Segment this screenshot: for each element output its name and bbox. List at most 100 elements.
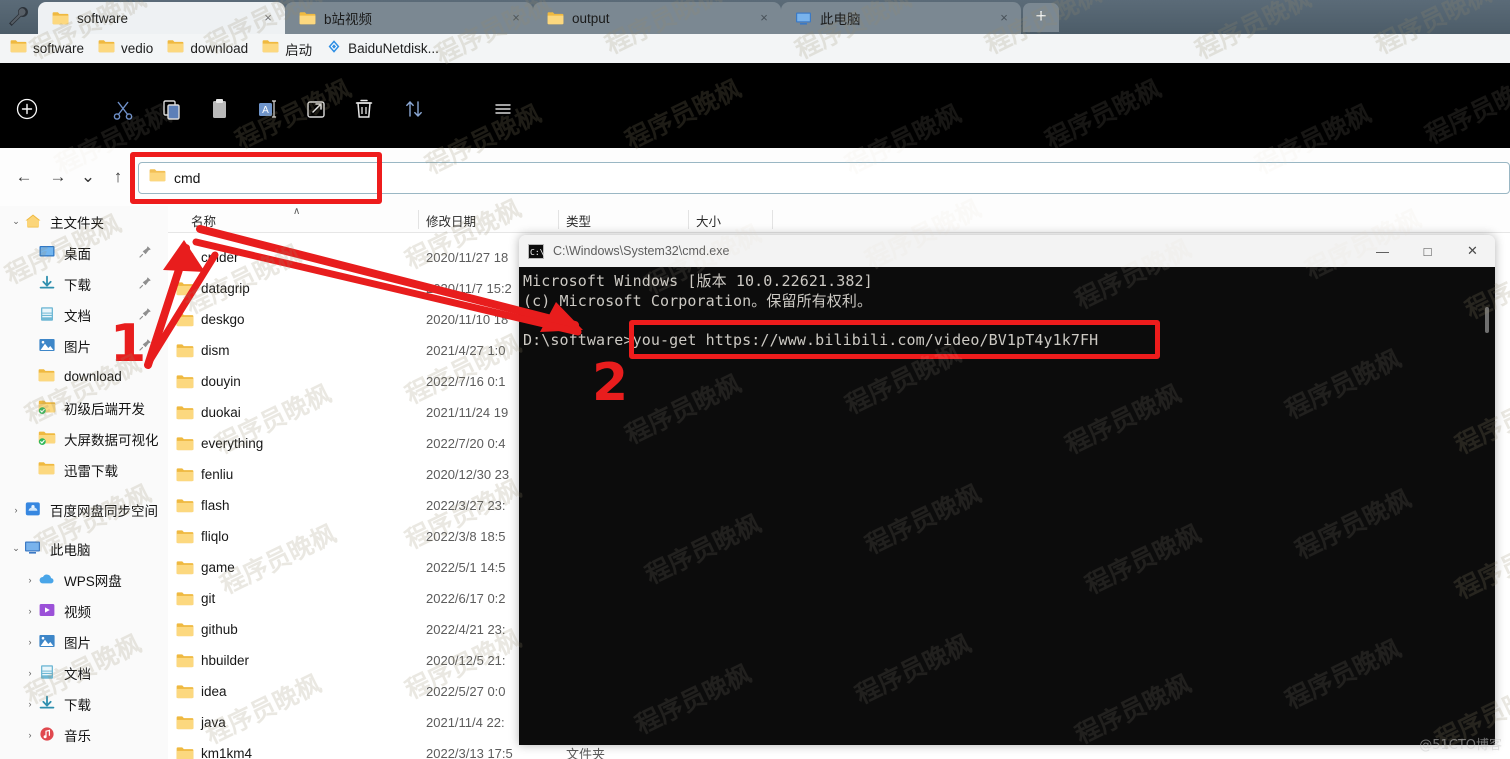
close-button[interactable]: ✕ [1450, 235, 1495, 267]
cmd-title-bar[interactable]: C:\ C:\Windows\System32\cmd.exe — □ ✕ [519, 235, 1495, 267]
quick-access-item-3[interactable]: download [161, 37, 254, 61]
sidebar-item-2[interactable]: 桌面 [0, 237, 168, 268]
quick-access-item-5[interactable]: BaiduNetdisk... [320, 37, 445, 61]
new-tab-button[interactable]: + [1023, 3, 1059, 32]
sidebar-item-9[interactable]: 迅雷下载 [0, 454, 168, 485]
sidebar-item-8[interactable]: 大屏数据可视化 [0, 423, 168, 454]
delete-icon[interactable] [349, 94, 379, 124]
file-date: 2022/7/20 0:4 [426, 436, 506, 451]
chevron-icon[interactable]: › [22, 668, 38, 678]
documents-icon [38, 306, 56, 324]
file-name: douyin [201, 374, 241, 389]
new-button[interactable] [12, 94, 42, 124]
column-separator[interactable] [772, 210, 773, 229]
see-more-icon[interactable] [488, 94, 518, 124]
quick-access-label: download [190, 41, 249, 56]
sidebar-item-1[interactable]: ⌄ 主文件夹 [0, 206, 168, 237]
pictures-icon [38, 337, 56, 355]
column-separator[interactable] [688, 210, 689, 229]
quick-access-item-4[interactable]: 启动 [256, 37, 318, 61]
copy-icon[interactable] [156, 94, 186, 124]
cmd-icon: C:\ [528, 243, 545, 259]
paste-icon[interactable] [204, 94, 234, 124]
sort-icon[interactable] [399, 94, 429, 124]
chevron-icon[interactable]: › [22, 699, 38, 709]
chevron-icon[interactable]: ⌄ [8, 543, 24, 554]
chevron-icon[interactable]: › [22, 575, 38, 585]
chevron-icon[interactable]: ⌄ [8, 216, 24, 227]
file-date: 2020/11/27 18 [426, 250, 509, 265]
folder-icon [176, 498, 194, 514]
credit-watermark: @51CTO博客 [1419, 738, 1502, 753]
tab-close-icon[interactable]: × [755, 9, 773, 27]
tab-close-icon[interactable]: × [259, 9, 277, 27]
sidebar-item-17[interactable]: › 音乐 [0, 719, 168, 750]
maximize-button[interactable]: □ [1405, 235, 1450, 267]
column-header-size[interactable]: 大小 [696, 211, 721, 230]
chevron-icon[interactable]: › [22, 637, 38, 647]
annotation-box-address-bar [130, 152, 382, 204]
back-button[interactable]: ← [10, 163, 38, 191]
annotation-box-command [629, 320, 1160, 359]
forward-button[interactable]: → [44, 163, 72, 191]
pin-icon[interactable] [139, 276, 152, 289]
share-icon[interactable] [301, 94, 331, 124]
sort-indicator-icon: ∧ [293, 206, 301, 217]
console-scrollbar[interactable] [1479, 267, 1495, 745]
sidebar-item-13[interactable]: › 视频 [0, 595, 168, 626]
tab-2[interactable]: b站视频 × [285, 2, 533, 34]
navigation-pane[interactable]: ⌄ 主文件夹 桌面 下载 文档 图片 download 初级后端开发 大屏数据可视化 迅雷下载 › 百… [0, 206, 168, 759]
file-date: 2020/11/10 18 [426, 312, 509, 327]
sidebar-item-16[interactable]: › 下载 [0, 688, 168, 719]
file-date: 2022/3/13 17:5 [426, 746, 513, 759]
sidebar-item-label: 百度网盘同步空间 [50, 503, 158, 519]
sidebar-item-label: 下载 [64, 277, 91, 293]
sidebar-item-10[interactable]: › 百度网盘同步空间 [0, 494, 168, 525]
chevron-icon[interactable]: › [22, 606, 38, 616]
minimize-button[interactable]: — [1360, 235, 1405, 267]
tab-1[interactable]: software × [38, 2, 285, 34]
pin-icon[interactable] [139, 245, 152, 258]
rename-icon[interactable]: A [252, 94, 282, 124]
sidebar-item-3[interactable]: 下载 [0, 268, 168, 299]
console-scrollbar-thumb[interactable] [1485, 307, 1489, 333]
tab-strip: software × b站视频 × output × 此电脑 × + [0, 0, 1510, 34]
sidebar-item-12[interactable]: › WPS网盘 [0, 564, 168, 595]
cmd-title-text: C:\Windows\System32\cmd.exe [553, 244, 730, 258]
quick-access-item-2[interactable]: vedio [92, 37, 159, 61]
sidebar-item-label: 文档 [64, 666, 91, 682]
column-separator[interactable] [558, 210, 559, 229]
tab-3[interactable]: output × [533, 2, 781, 34]
sidebar-item-label: 此电脑 [50, 542, 91, 558]
chevron-icon[interactable]: › [22, 730, 38, 740]
tab-close-icon[interactable]: × [507, 9, 525, 27]
baidu-netdisk-icon [24, 501, 42, 519]
annotation-step-2: 2 [592, 353, 629, 413]
sidebar-item-15[interactable]: › 文档 [0, 657, 168, 688]
tab-label: output [572, 10, 610, 26]
pictures-icon [38, 633, 56, 651]
column-separator[interactable] [418, 210, 419, 229]
file-explorer-window: software × b站视频 × output × 此电脑 × + software vedi… [0, 0, 1510, 759]
file-date: 2022/3/27 23: [426, 498, 506, 513]
quick-access-item-1[interactable]: software [4, 37, 90, 61]
file-name: game [201, 560, 235, 575]
tab-close-icon[interactable]: × [995, 9, 1013, 27]
sidebar-item-7[interactable]: 初级后端开发 [0, 392, 168, 423]
file-date: 2022/7/16 0:1 [426, 374, 506, 389]
home-icon [24, 213, 42, 231]
sidebar-item-11[interactable]: ⌄ 此电脑 [0, 533, 168, 564]
cut-icon[interactable] [108, 94, 138, 124]
cmd-window[interactable]: C:\ C:\Windows\System32\cmd.exe — □ ✕ Mi… [519, 235, 1495, 745]
folder-icon [176, 684, 194, 700]
tab-4[interactable]: 此电脑 × [781, 2, 1021, 34]
sidebar-item-14[interactable]: › 图片 [0, 626, 168, 657]
column-header-name[interactable]: 名称 [191, 211, 216, 230]
chevron-icon[interactable]: › [8, 505, 24, 515]
column-header-type[interactable]: 类型 [566, 211, 591, 230]
file-name: km1km4 [201, 746, 253, 759]
file-date: 2021/11/24 19 [426, 405, 509, 420]
up-button[interactable]: ↑ [104, 163, 132, 191]
recent-locations-button[interactable]: ⌄ [78, 163, 98, 191]
column-header-date[interactable]: 修改日期 [426, 211, 476, 230]
